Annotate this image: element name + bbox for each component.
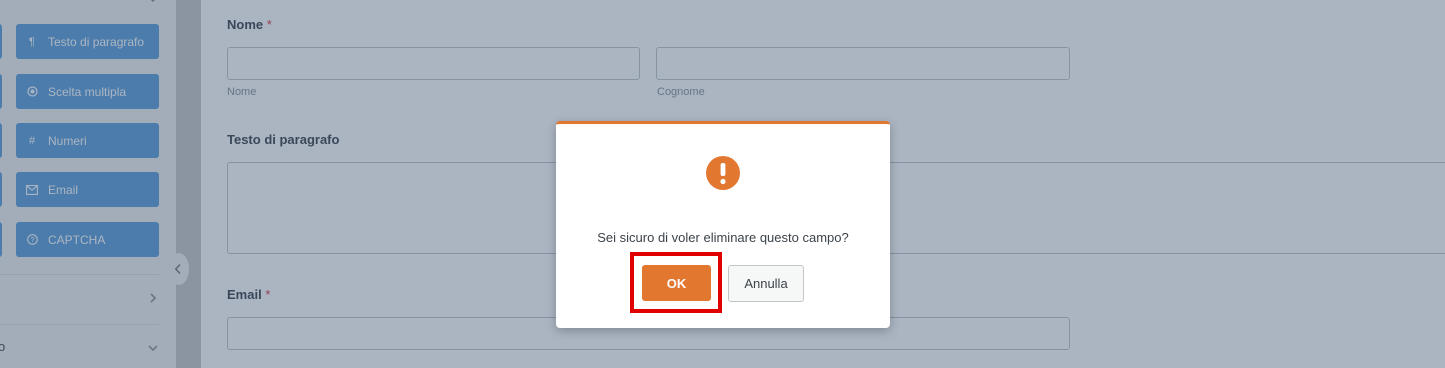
cancel-button[interactable]: Annulla (728, 265, 804, 302)
confirm-delete-dialog: Sei sicuro di voler eliminare questo cam… (556, 121, 890, 328)
exclamation-circle-icon (706, 156, 740, 190)
highlight-box (630, 252, 722, 313)
dialog-message: Sei sicuro di voler eliminare questo cam… (597, 230, 849, 245)
